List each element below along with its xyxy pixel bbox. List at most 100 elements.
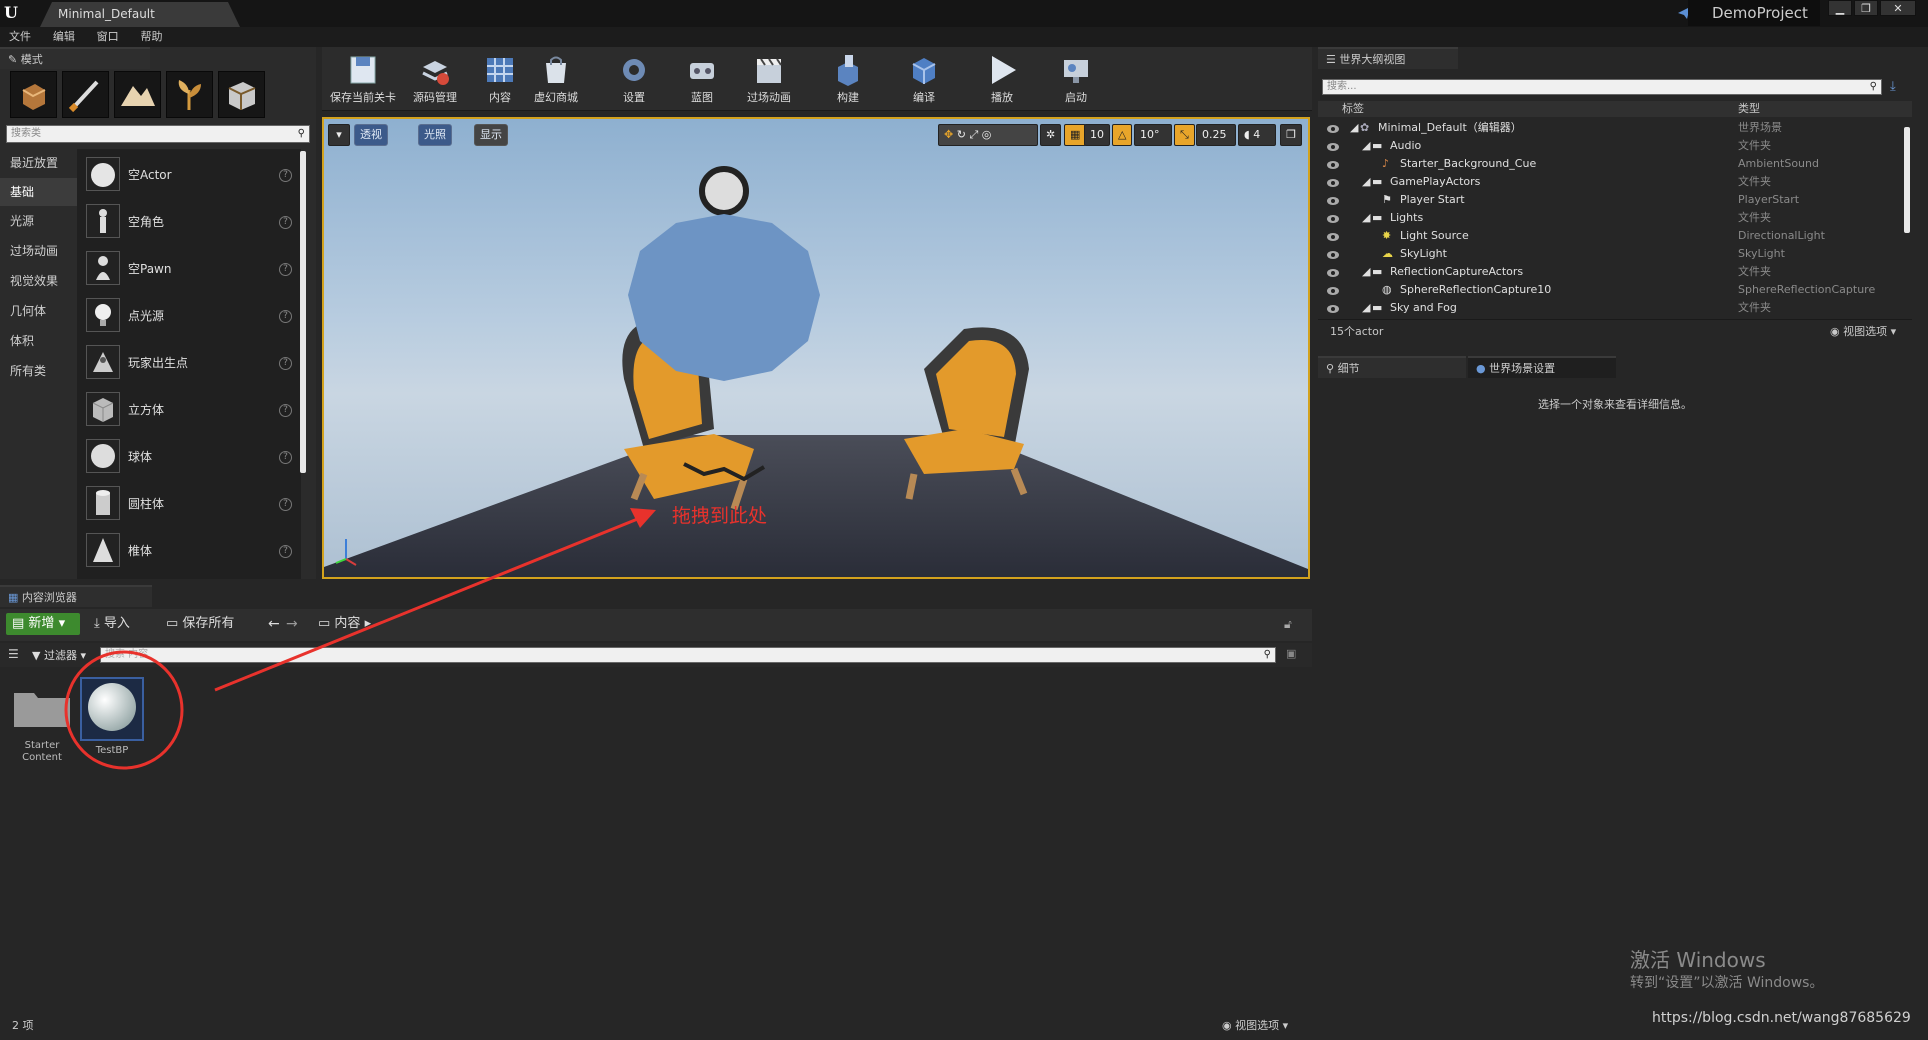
outliner-row[interactable]: ♪ Starter_Background_Cue AmbientSound	[1318, 155, 1912, 173]
landscape-mode-icon[interactable]	[114, 71, 161, 118]
level-document-tab[interactable]: Minimal_Default	[40, 2, 240, 27]
tree-expand-icon[interactable]: ◢	[1362, 263, 1370, 281]
geometry-mode-icon[interactable]	[218, 71, 265, 118]
scale-icon[interactable]: ⤢	[969, 128, 978, 141]
back-arrow-icon[interactable]: ←	[268, 613, 280, 635]
show-button[interactable]: 显示	[474, 124, 508, 146]
visibility-eye-icon[interactable]	[1326, 176, 1340, 187]
help-icon[interactable]: ?	[279, 263, 292, 276]
help-icon[interactable]: ?	[279, 451, 292, 464]
help-icon[interactable]: ?	[279, 357, 292, 370]
marketplace-button[interactable]: 虚幻商城	[522, 51, 590, 109]
move-icon[interactable]: ✥	[944, 128, 953, 141]
category-volumes[interactable]: 体积	[0, 327, 77, 355]
place-item-sphere[interactable]: 球体 ?	[80, 435, 298, 479]
menu-file[interactable]: 文件	[0, 27, 40, 47]
lit-toggle[interactable]: 光照	[418, 124, 452, 146]
content-search-input[interactable]: 搜索 内容 ⚲	[100, 647, 1276, 663]
outliner-row[interactable]: ◢ ▬ ReflectionCaptureActors 文件夹	[1318, 263, 1912, 281]
rotation-snap-toggle[interactable]: △	[1112, 124, 1133, 146]
grid-snap-value[interactable]: 10	[1084, 124, 1110, 146]
view-options-button[interactable]: ◉ 视图选项 ▾	[1830, 320, 1896, 344]
place-item-cylinder[interactable]: 圆柱体 ?	[80, 482, 298, 526]
transform-tools[interactable]: ✥ ↻ ⤢ ◎	[938, 124, 1038, 146]
source-control-button[interactable]: 源码管理	[396, 51, 474, 109]
content-view-options-button[interactable]: ◉ 视图选项 ▾	[1222, 1017, 1288, 1033]
place-mode-icon[interactable]	[10, 71, 57, 118]
outliner-search-input[interactable]: 搜索... ⚲	[1322, 79, 1882, 95]
visibility-eye-icon[interactable]	[1326, 158, 1340, 169]
help-icon[interactable]: ?	[279, 404, 292, 417]
category-cinematic[interactable]: 过场动画	[0, 237, 77, 265]
outliner-scrollbar[interactable]	[1904, 127, 1910, 233]
visibility-eye-icon[interactable]	[1326, 248, 1340, 259]
visibility-eye-icon[interactable]	[1326, 212, 1340, 223]
blueprints-button[interactable]: 蓝图	[670, 51, 734, 109]
category-visual-effects[interactable]: 视觉效果	[0, 267, 77, 295]
content-browser-tab[interactable]: ▦ 内容浏览器	[0, 585, 152, 607]
compile-button[interactable]: 编译	[892, 51, 956, 109]
place-list-scrollbar[interactable]	[300, 151, 306, 473]
close-button[interactable]: ✕	[1880, 0, 1916, 16]
forward-arrow-icon[interactable]: →	[286, 613, 298, 635]
visibility-eye-icon[interactable]	[1326, 302, 1340, 313]
tree-expand-icon[interactable]: ◢	[1350, 119, 1358, 137]
outliner-row[interactable]: ✸ Light Source DirectionalLight	[1318, 227, 1912, 245]
add-filter-icon[interactable]: ⤓	[1890, 79, 1906, 95]
world-icon[interactable]: ◎	[982, 128, 992, 141]
help-icon[interactable]: ?	[279, 545, 292, 558]
help-icon[interactable]: ?	[279, 216, 292, 229]
launch-button[interactable]: 启动	[1044, 51, 1108, 109]
viewport-options-button[interactable]: ▾	[328, 124, 350, 146]
world-settings-tab[interactable]: ● 世界场景设置	[1468, 356, 1616, 378]
menu-window[interactable]: 窗口	[88, 27, 128, 47]
menu-help[interactable]: 帮助	[131, 27, 171, 47]
paint-mode-icon[interactable]	[62, 71, 109, 118]
outliner-row[interactable]: ◢ ✿ Minimal_Default（编辑器） 世界场景	[1318, 119, 1912, 137]
save-all-button[interactable]: ▭ 保存所有	[166, 613, 234, 635]
place-item-point-light[interactable]: 点光源 ?	[80, 294, 298, 338]
settings-button[interactable]: 设置	[602, 51, 666, 109]
visibility-eye-icon[interactable]	[1326, 122, 1340, 133]
outliner-row[interactable]: ◢ ▬ Audio 文件夹	[1318, 137, 1912, 155]
save-level-button[interactable]: 保存当前关卡	[324, 51, 402, 109]
perspective-toggle[interactable]: 透视	[354, 124, 388, 146]
tree-expand-icon[interactable]: ◢	[1362, 209, 1370, 227]
outliner-row[interactable]: ◢ ▬ GamePlayActors 文件夹	[1318, 173, 1912, 191]
help-icon[interactable]: ?	[279, 169, 292, 182]
visibility-eye-icon[interactable]	[1326, 140, 1340, 151]
details-tab[interactable]: ⚲ 细节	[1318, 356, 1466, 378]
play-button[interactable]: 播放	[970, 51, 1034, 109]
menu-edit[interactable]: 编辑	[44, 27, 84, 47]
world-outliner-tab[interactable]: ☰ 世界大纲视图	[1318, 47, 1458, 69]
category-lights[interactable]: 光源	[0, 207, 77, 235]
sources-toggle-icon[interactable]: ☰	[8, 647, 19, 661]
scale-snap-value[interactable]: 0.25	[1196, 124, 1236, 146]
place-item-empty-actor[interactable]: 空Actor ?	[80, 153, 298, 197]
cinematics-button[interactable]: 过场动画	[734, 51, 804, 109]
outliner-row[interactable]: ☁ SkyLight SkyLight	[1318, 245, 1912, 263]
place-item-empty-pawn[interactable]: 空Pawn ?	[80, 247, 298, 291]
level-viewport[interactable]: ▾ 透视 光照 显示 ✥ ↻ ⤢ ◎ ✲ ▦ 10 △ 10° ⤡ 0.25 ◖…	[322, 117, 1310, 579]
tree-expand-icon[interactable]: ◢	[1362, 137, 1370, 155]
column-header-label[interactable]: 标签	[1342, 101, 1364, 117]
modes-tab[interactable]: ✎ 模式	[0, 47, 150, 69]
visibility-eye-icon[interactable]	[1326, 194, 1340, 205]
camera-speed-button[interactable]: ◖ 4	[1238, 124, 1276, 146]
asset-blueprint[interactable]: TestBP	[80, 677, 144, 771]
build-button[interactable]: 构建	[816, 51, 880, 109]
help-icon[interactable]: ?	[279, 310, 292, 323]
filters-button[interactable]: ▼ 过滤器 ▾	[32, 647, 86, 663]
foliage-mode-icon[interactable]	[166, 71, 213, 118]
outliner-row[interactable]: ◢ ▬ Lights 文件夹	[1318, 209, 1912, 227]
category-geometry[interactable]: 几何体	[0, 297, 77, 325]
asset-folder[interactable]: Starter Content	[10, 685, 74, 775]
tree-expand-icon[interactable]: ◢	[1362, 299, 1370, 317]
category-recent[interactable]: 最近放置	[0, 149, 77, 177]
outliner-row[interactable]: ⚑ Player Start PlayerStart	[1318, 191, 1912, 209]
maximize-button[interactable]: ❐	[1854, 0, 1878, 16]
outliner-row[interactable]: ◢ ▬ Sky and Fog 文件夹	[1318, 299, 1912, 317]
place-search-input[interactable]: 搜索类 ⚲	[6, 125, 310, 143]
tree-expand-icon[interactable]: ◢	[1362, 173, 1370, 191]
place-item-empty-character[interactable]: 空角色 ?	[80, 200, 298, 244]
